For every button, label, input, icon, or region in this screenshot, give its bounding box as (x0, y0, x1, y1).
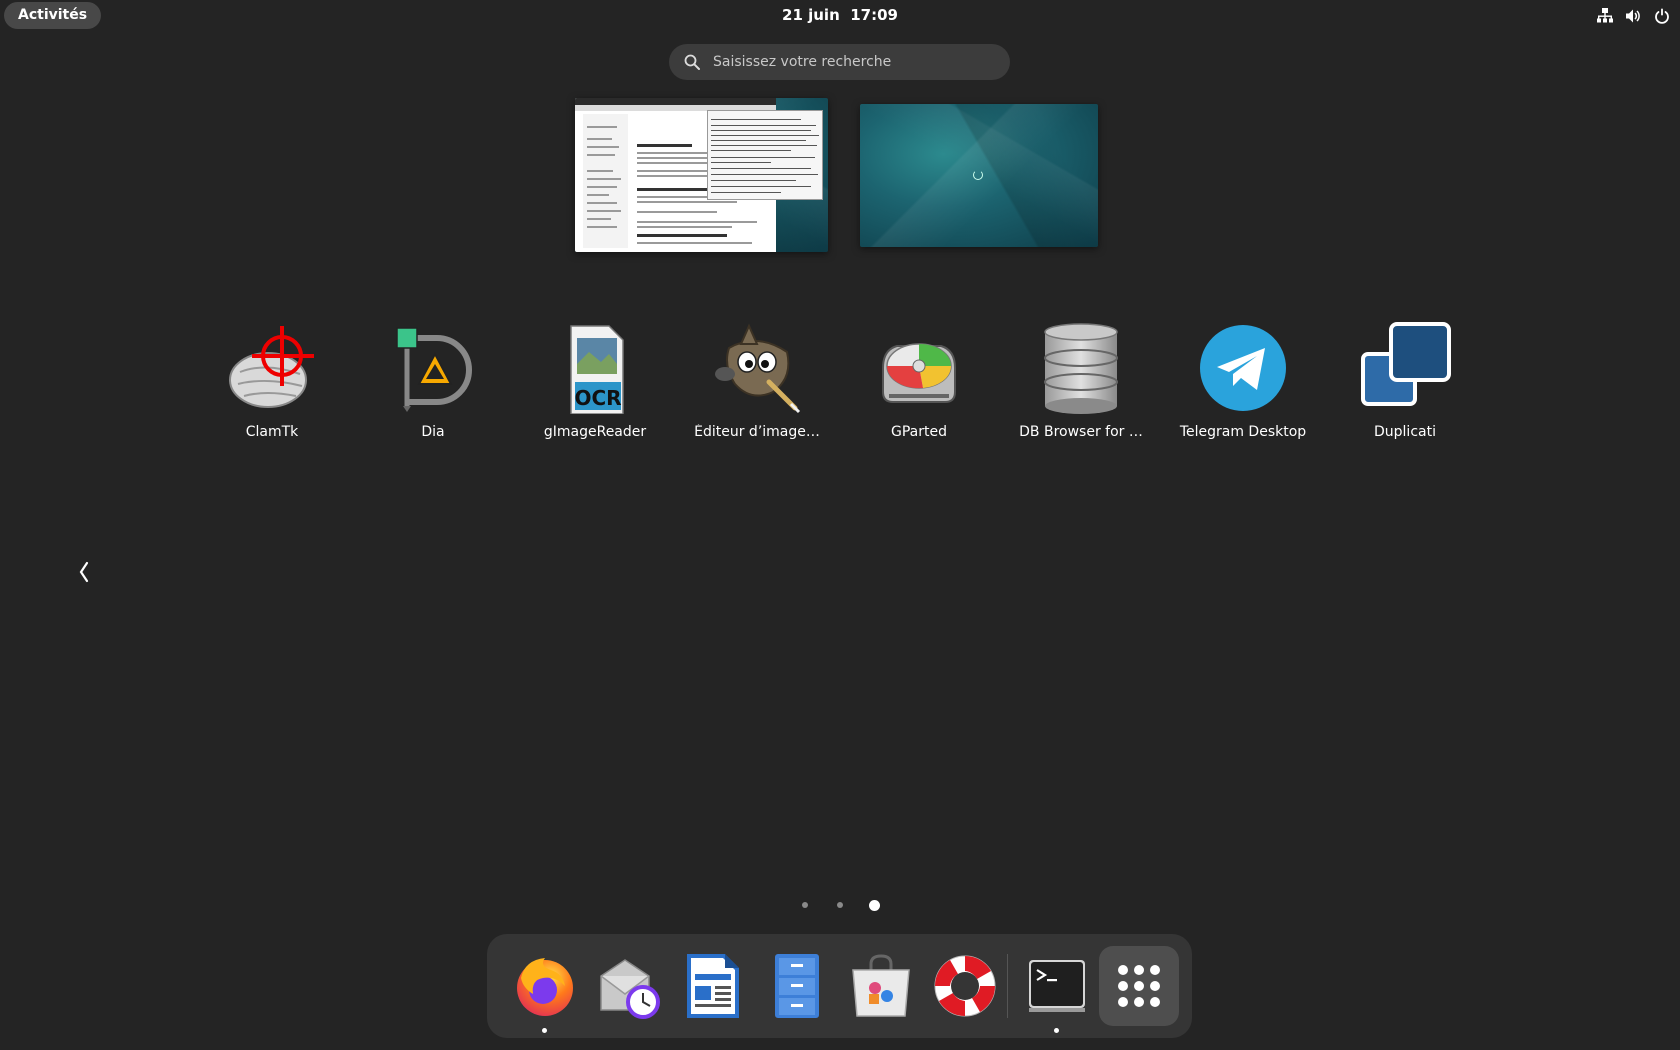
activities-button[interactable]: Activités (4, 2, 102, 29)
top-bar: Activités 21 juin 17:09 (0, 0, 1680, 32)
browser-tabbar (575, 98, 776, 105)
running-indicator (1054, 1028, 1059, 1033)
firefox-icon (517, 958, 573, 1016)
clock-date: 21 juin (782, 6, 840, 24)
dash-separator (1007, 954, 1008, 1018)
dia-icon (396, 327, 472, 412)
terminal-window-preview[interactable] (707, 110, 823, 200)
page-dot-1[interactable] (802, 902, 808, 908)
volume-icon (1626, 9, 1640, 23)
system-tray[interactable] (1597, 6, 1670, 26)
app-label: Éditeur d’image… (694, 424, 820, 440)
gnome-overview: Activités 21 juin 17:09 Saisissez votre … (0, 0, 1680, 1050)
workspace-thumbnail-1[interactable] (575, 98, 828, 252)
duplicati-icon (1361, 322, 1451, 406)
app-gparted[interactable]: GParted (844, 318, 994, 448)
app-label: Dia (421, 424, 445, 440)
app-duplicati[interactable]: Duplicati (1330, 318, 1480, 448)
dash-terminal[interactable] (1019, 948, 1095, 1033)
page-dot-3-active[interactable] (869, 900, 880, 911)
network-icon (1597, 8, 1613, 23)
workspace-thumbnail-2[interactable] (860, 104, 1098, 247)
file-cabinet-icon (775, 954, 819, 1018)
telegram-icon (1200, 325, 1286, 411)
chevron-left-icon (79, 561, 89, 583)
search-entry[interactable] (669, 44, 1010, 80)
lifebuoy-icon (934, 955, 996, 1017)
dash-libreoffice-writer[interactable] (675, 948, 751, 1024)
running-indicator (542, 1028, 547, 1033)
power-icon (1655, 8, 1669, 24)
app-label: GParted (891, 424, 947, 440)
previous-page-button[interactable] (72, 557, 96, 587)
gimagereader-icon: OCR (570, 325, 624, 414)
clock-time: 17:09 (850, 6, 898, 24)
gparted-icon (882, 343, 956, 403)
app-label: DB Browser for … (1019, 424, 1143, 440)
dash-help[interactable] (927, 948, 1003, 1024)
ocr-text: OCR (574, 386, 621, 410)
clock: 21 juin 17:09 (0, 0, 1680, 32)
app-gimp[interactable]: Éditeur d’image… (682, 318, 832, 448)
app-dia[interactable]: Dia (358, 318, 508, 448)
app-label: ClamTk (245, 424, 299, 440)
page-dot-2[interactable] (837, 902, 843, 908)
gimp-icon (715, 323, 801, 414)
app-gimagereader[interactable]: OCR gImageReader (520, 318, 670, 448)
app-clamtk[interactable]: ClamTk (197, 318, 347, 448)
dash-files[interactable] (759, 948, 835, 1024)
dash-evolution[interactable] (591, 948, 667, 1024)
clamtk-icon (229, 326, 314, 408)
search-icon (684, 54, 700, 70)
dash-firefox[interactable] (507, 948, 583, 1033)
software-bag-icon (852, 954, 910, 1017)
writer-icon (687, 954, 739, 1018)
page-indicator (0, 898, 1680, 912)
search-input[interactable] (711, 53, 985, 71)
dash (487, 934, 1192, 1038)
show-apps-button[interactable] (1099, 946, 1179, 1026)
db-browser-icon (1044, 323, 1118, 414)
app-label: Duplicati (1374, 424, 1436, 440)
clock-button[interactable]: 21 juin 17:09 (782, 6, 898, 24)
app-telegram[interactable]: Telegram Desktop (1168, 318, 1318, 448)
mail-clock-icon (600, 959, 660, 1019)
app-db-browser[interactable]: DB Browser for … (1006, 318, 1156, 448)
dash-software[interactable] (843, 948, 919, 1024)
terminal-icon (1029, 960, 1085, 1012)
debian-logo-icon (973, 170, 983, 180)
app-label: gImageReader (543, 424, 647, 440)
app-grid-icon (1118, 965, 1160, 1007)
app-label: Telegram Desktop (1179, 424, 1307, 440)
